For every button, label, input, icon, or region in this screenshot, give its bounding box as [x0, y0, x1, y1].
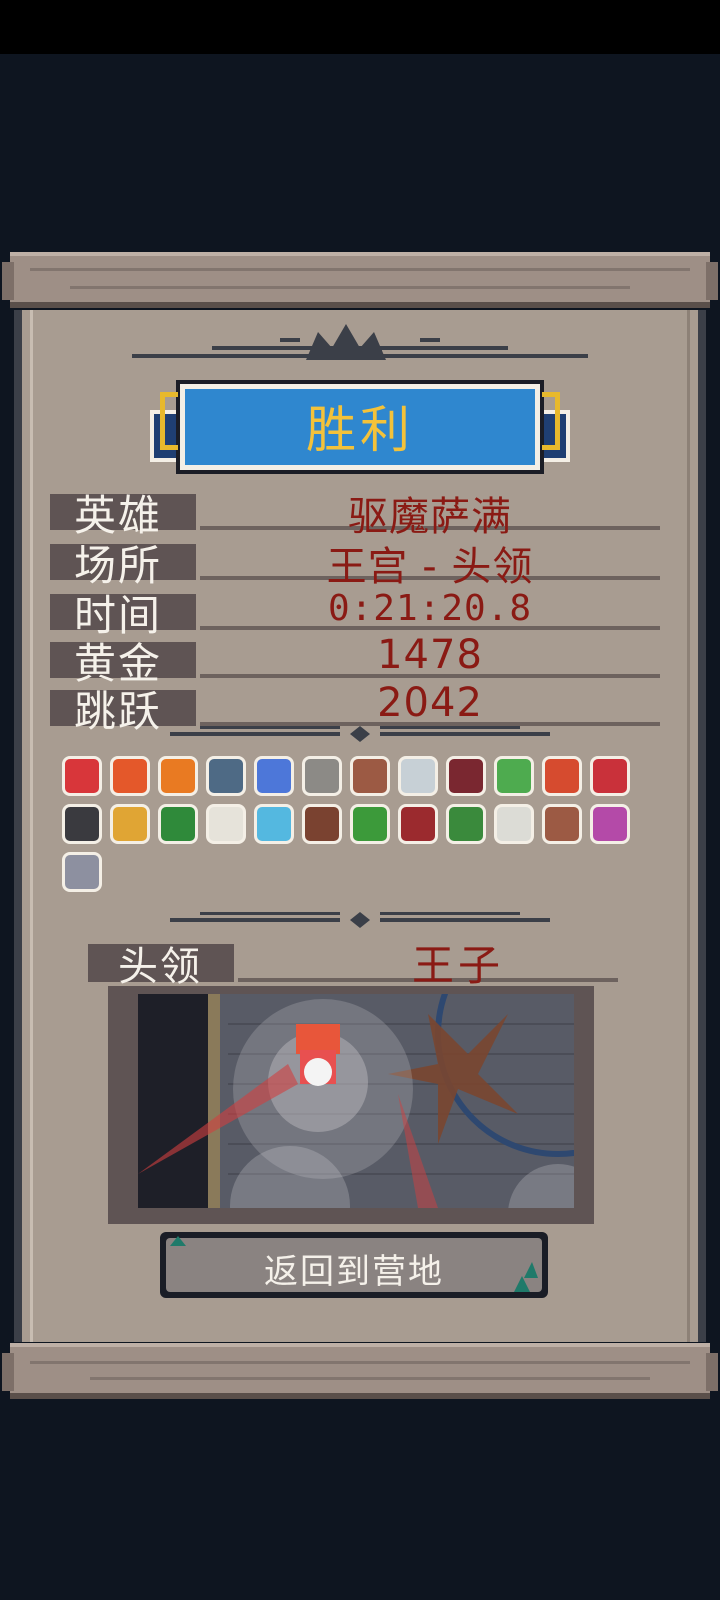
return-to-camp-label: 返回到营地: [264, 1252, 444, 1292]
scroll-bottom-rod: [2, 1343, 718, 1399]
wooden-stakes-icon[interactable]: [302, 804, 342, 844]
sun-orb-icon[interactable]: [158, 756, 198, 796]
stat-row-hero: 英雄 驱魔萨满: [50, 488, 660, 540]
blue-wing-icon[interactable]: [254, 804, 294, 844]
fire-feather-icon[interactable]: [110, 756, 150, 796]
victory-title: 胜利: [306, 401, 414, 459]
stat-value-time: 0:21:20.8: [327, 588, 533, 629]
green-snake-icon[interactable]: [350, 804, 390, 844]
recycle-heart-icon[interactable]: [494, 756, 534, 796]
red-pack-icon[interactable]: [398, 804, 438, 844]
bone-icon[interactable]: [542, 804, 582, 844]
dark-chest-icon[interactable]: [446, 756, 486, 796]
stat-value-location: 王宫 - 头领: [326, 544, 534, 590]
stat-value-gold: 1478: [377, 632, 483, 678]
boss-name: 王子: [411, 941, 504, 990]
boss-label: 头领: [118, 944, 202, 990]
return-to-camp-button[interactable]: 返回到营地: [160, 1232, 548, 1298]
crystal-drop-icon[interactable]: [398, 756, 438, 796]
victory-banner: 胜利: [150, 380, 570, 478]
horseshoe-magnet-icon[interactable]: [542, 756, 582, 796]
clover-icon[interactable]: [158, 804, 198, 844]
stat-row-jumps: 跳跃 2042: [50, 680, 660, 736]
heart-icon[interactable]: [62, 756, 102, 796]
silver-dome-icon[interactable]: [62, 852, 102, 892]
armor-icon[interactable]: [62, 804, 102, 844]
stat-label-jumps: 跳跃: [74, 687, 163, 736]
rune-book-icon[interactable]: [206, 756, 246, 796]
stat-row-location: 场所 王宫 - 头领: [50, 538, 660, 590]
stone-tower-icon[interactable]: [302, 756, 342, 796]
status-bar: [0, 0, 720, 54]
potion-icon[interactable]: [590, 804, 630, 844]
screenshot-image: [138, 994, 574, 1208]
scroll-top-rod: [2, 252, 718, 308]
microphone-icon[interactable]: [590, 756, 630, 796]
crown-ornament: [132, 324, 588, 360]
golden-staff-icon[interactable]: [110, 804, 150, 844]
green-boot-icon[interactable]: [446, 804, 486, 844]
stat-row-time: 时间 0:21:20.8: [50, 588, 660, 640]
milk-jar-icon[interactable]: [494, 804, 534, 844]
boss-fight-screenshot: [108, 986, 594, 1224]
divider-ornament: [170, 912, 550, 928]
boss-row: 头领 王子: [88, 938, 618, 990]
lightning-spear-icon[interactable]: [254, 756, 294, 796]
stat-row-gold: 黄金 1478: [50, 632, 660, 688]
stat-value-jumps: 2042: [377, 680, 483, 726]
bone-icon[interactable]: [350, 756, 390, 796]
divider-ornament: [170, 726, 550, 742]
bomb-bag-icon[interactable]: [206, 804, 246, 844]
